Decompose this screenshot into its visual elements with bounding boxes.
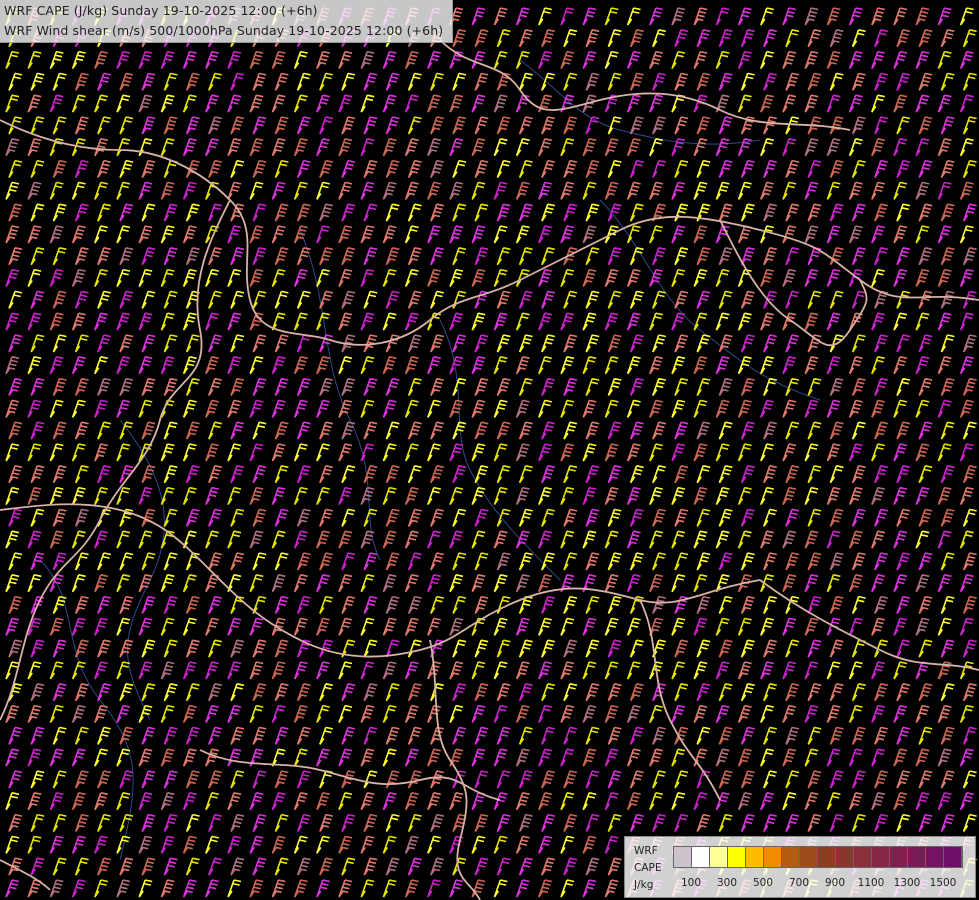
legend-model: WRF [634,845,658,857]
legend-tick-label: 500 [752,877,774,889]
map-title-box: WRF CAPE (J/kg) Sunday 19-10-2025 12:00 … [0,0,453,43]
legend-variable: CAPE [634,862,662,874]
legend-swatch [728,847,746,867]
legend-swatch [674,847,692,867]
legend-tick-label: 1300 [893,877,921,889]
legend-tick-label: 900 [824,877,846,889]
legend-swatch [710,847,728,867]
legend-color-scale [673,846,963,868]
legend-swatch [908,847,926,867]
legend-tick-label: 300 [716,877,738,889]
legend-swatch [854,847,872,867]
legend-swatch [800,847,818,867]
legend-unit: J/kg [634,879,654,891]
cape-legend: WRF CAPE J/kg 100 300 500 700 900 1100 1300 150… [624,836,976,898]
legend-swatch [926,847,944,867]
legend-tick-label: 700 [788,877,810,889]
legend-swatch [872,847,890,867]
legend-swatch [764,847,782,867]
legend-tick-label: 100 [680,877,702,889]
legend-swatch [890,847,908,867]
legend-tick-label: 1100 [857,877,885,889]
legend-swatch [836,847,854,867]
legend-swatch [692,847,710,867]
title-wind-shear: WRF Wind shear (m/s) 500/1000hPa Sunday … [4,23,444,38]
legend-swatch [944,847,962,867]
legend-swatch [782,847,800,867]
title-cape: WRF CAPE (J/kg) Sunday 19-10-2025 12:00 … [4,3,318,18]
legend-swatch [818,847,836,867]
legend-swatch [746,847,764,867]
map-canvas [0,0,979,900]
legend-tick-label: 1500 [929,877,957,889]
